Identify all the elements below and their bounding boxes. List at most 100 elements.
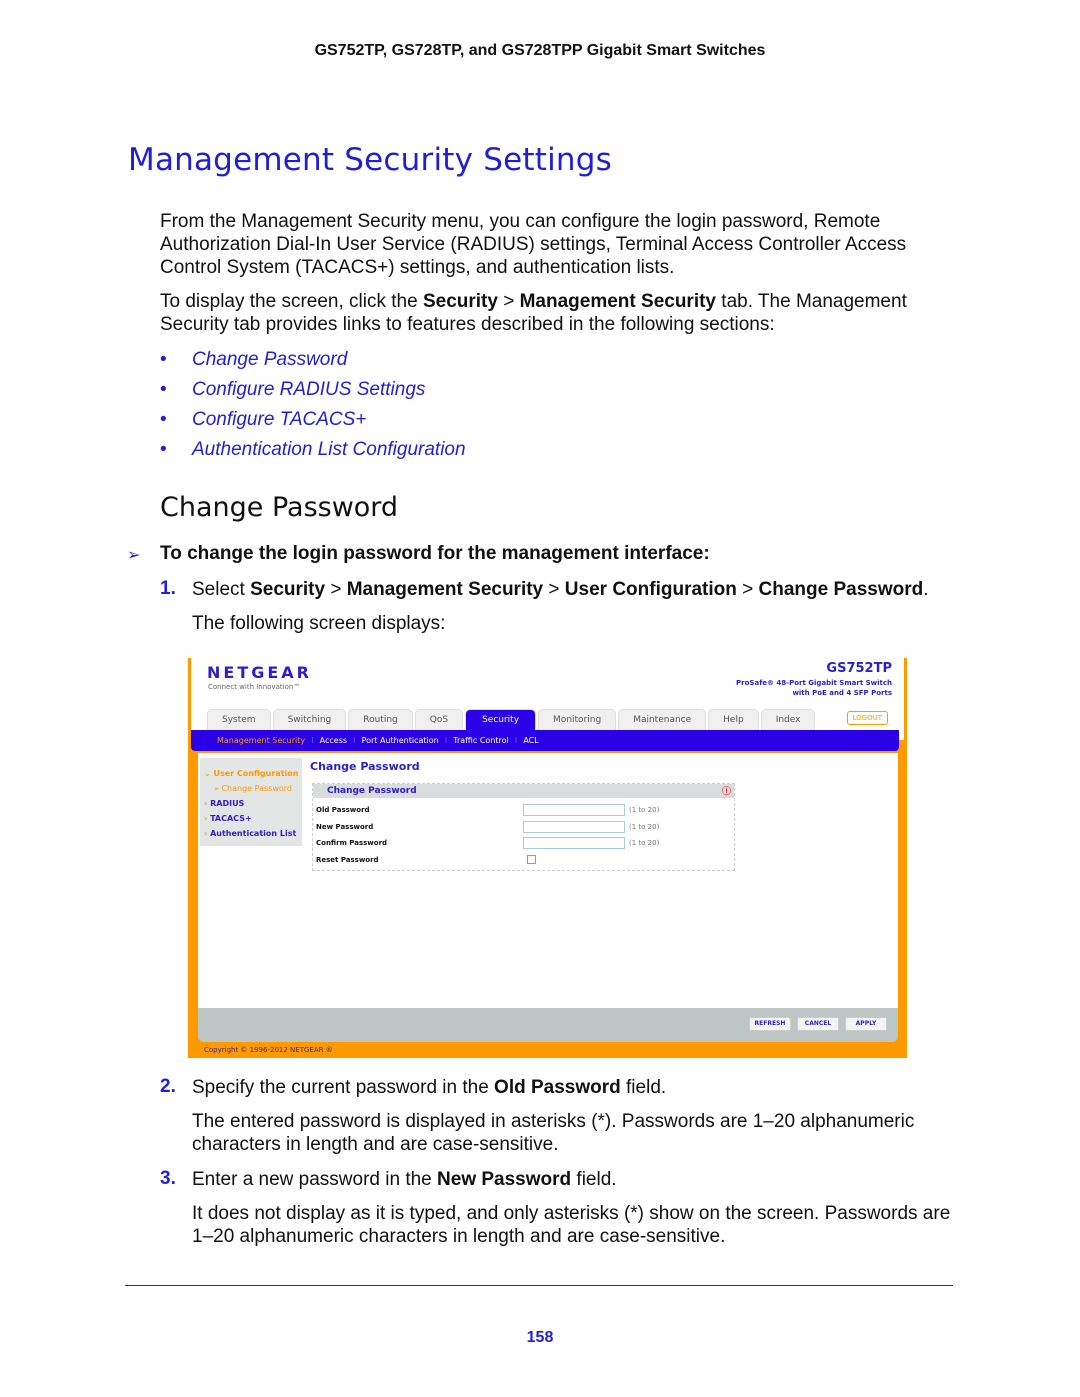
subtab-access[interactable]: Access xyxy=(320,736,347,745)
subtab-port-authentication[interactable]: Port Authentication xyxy=(362,736,439,745)
content-title: Change Password xyxy=(310,760,420,773)
old-password-input[interactable] xyxy=(523,804,625,816)
divider: ⁝ xyxy=(514,736,518,745)
text: New Password xyxy=(437,1169,572,1190)
section-heading: Change Password xyxy=(160,492,399,523)
reset-password-checkbox[interactable] xyxy=(527,855,536,864)
new-password-input[interactable] xyxy=(523,821,625,833)
new-password-label: New Password xyxy=(316,823,374,831)
step-note: It does not display as it is typed, and … xyxy=(192,1203,951,1247)
refresh-button[interactable]: REFRESH xyxy=(749,1017,791,1031)
tab-system[interactable]: System xyxy=(207,709,271,730)
tab-monitoring[interactable]: Monitoring xyxy=(538,709,617,730)
text: Old Password xyxy=(494,1077,621,1098)
copyright: Copyright © 1996-2012 NETGEAR ® xyxy=(204,1046,333,1054)
text: TACACS+ xyxy=(210,814,252,823)
text: . xyxy=(923,579,929,600)
link-radius[interactable]: Configure RADIUS Settings xyxy=(192,379,425,401)
app-header: NETGEAR Connect with Innovation™ GS752TP… xyxy=(191,658,904,740)
tagline: Connect with Innovation™ xyxy=(208,683,301,691)
bullet-icon: • xyxy=(160,379,167,400)
sidebar-item-user-configuration[interactable]: ⌄ User Configuration xyxy=(204,769,298,778)
step-number: 2. xyxy=(160,1076,176,1097)
sidebar-item-tacacs[interactable]: › TACACS+ xyxy=(204,814,252,823)
text: Enter a new password in the xyxy=(192,1169,438,1190)
link-tacacs[interactable]: Configure TACACS+ xyxy=(192,409,366,431)
document-page: GS752TP, GS728TP, and GS728TPP Gigabit S… xyxy=(0,0,1080,1397)
tab-qos[interactable]: QoS xyxy=(414,709,464,730)
footer-divider xyxy=(125,1285,953,1286)
panel-header: Change Password ⓘ xyxy=(313,784,734,798)
text: Change Password xyxy=(758,579,924,600)
text: RADIUS xyxy=(210,799,245,808)
text: ProSafe® 48-Port Gigabit Smart Switch xyxy=(736,679,892,687)
text: To display the screen, click the xyxy=(160,291,423,312)
text: > xyxy=(497,291,520,312)
text: > xyxy=(543,579,565,600)
button-bar: REFRESH CANCEL APPLY xyxy=(198,1008,898,1042)
content-area: ⌄ User Configuration » Change Password ›… xyxy=(198,753,898,1008)
old-password-label: Old Password xyxy=(316,806,370,814)
tab-routing[interactable]: Routing xyxy=(348,709,413,730)
main-tabs: System Switching Routing QoS Security Mo… xyxy=(207,709,817,730)
sidebar-item-authentication-list[interactable]: › Authentication List xyxy=(204,829,296,838)
text: with PoE and 4 SFP Ports xyxy=(792,689,892,697)
text: Change Password xyxy=(327,786,417,796)
subtab-traffic-control[interactable]: Traffic Control xyxy=(453,736,509,745)
model-description: ProSafe® 48-Port Gigabit Smart Switch wit… xyxy=(736,678,892,698)
link-auth-list[interactable]: Authentication List Configuration xyxy=(192,439,466,461)
text: Security xyxy=(250,579,326,600)
subtab-management-security[interactable]: Management Security xyxy=(217,736,305,745)
reset-password-label: Reset Password xyxy=(316,856,379,864)
text: field. xyxy=(620,1077,667,1098)
running-header: GS752TP, GS728TP, and GS728TPP Gigabit S… xyxy=(314,42,766,59)
text: Change Password xyxy=(221,784,292,793)
change-password-panel: Change Password ⓘ Old Password (1 to 20) … xyxy=(312,783,735,871)
embedded-screenshot: NETGEAR Connect with Innovation™ GS752TP… xyxy=(188,658,907,1058)
text: field. xyxy=(571,1169,617,1190)
step-text: Enter a new password in the New Password… xyxy=(192,1168,952,1191)
text: Specify the current password in the xyxy=(192,1077,495,1098)
cancel-button[interactable]: CANCEL xyxy=(797,1017,839,1031)
divider: ⁝ xyxy=(353,736,356,745)
text: > xyxy=(325,579,347,600)
page-number: 158 xyxy=(526,1329,554,1346)
bullet-icon: • xyxy=(160,349,167,370)
step-text: Select Security > Management Security > … xyxy=(192,578,952,601)
model-name: GS752TP xyxy=(826,661,892,676)
tab-security[interactable]: Security xyxy=(465,709,537,730)
text: Authentication List xyxy=(210,829,297,838)
display-paragraph: To display the screen, click the Securit… xyxy=(160,290,950,336)
step-number: 3. xyxy=(160,1168,176,1189)
text: User Configuration xyxy=(564,579,737,600)
text: Select xyxy=(192,579,251,600)
subtab-acl[interactable]: ACL xyxy=(523,736,538,745)
logout-button[interactable]: LOGOUT xyxy=(846,711,888,725)
sidebar-item-radius[interactable]: › RADIUS xyxy=(204,799,244,808)
text: Management Security xyxy=(519,291,717,312)
step-note: The following screen displays: xyxy=(192,613,446,634)
arrow-icon: ➢ xyxy=(127,547,141,564)
tab-index[interactable]: Index xyxy=(760,709,816,730)
tab-maintenance[interactable]: Maintenance xyxy=(618,709,707,730)
step-note: The entered password is displayed in ast… xyxy=(192,1111,915,1155)
text: User Configuration xyxy=(213,769,299,778)
confirm-password-label: Confirm Password xyxy=(316,839,388,847)
step-text: Specify the current password in the Old … xyxy=(192,1076,952,1099)
tab-help[interactable]: Help xyxy=(708,709,759,730)
help-icon[interactable]: ⓘ xyxy=(722,785,731,799)
tab-switching[interactable]: Switching xyxy=(272,709,347,730)
page-title: Management Security Settings xyxy=(128,142,612,178)
divider: ⁝ xyxy=(311,736,314,745)
confirm-password-input[interactable] xyxy=(523,837,625,849)
text: Management Security xyxy=(346,579,544,600)
link-change-password[interactable]: Change Password xyxy=(192,349,347,371)
netgear-logo: NETGEAR xyxy=(207,663,312,682)
range-hint: (1 to 20) xyxy=(629,839,660,847)
procedure-heading: To change the login password for the man… xyxy=(160,543,710,564)
sidebar-item-change-password[interactable]: » Change Password xyxy=(214,784,292,793)
sub-tabs: Management Security ⁝ Access ⁝ Port Authen… xyxy=(191,730,899,751)
text: > xyxy=(736,579,759,600)
apply-button[interactable]: APPLY xyxy=(845,1017,887,1031)
sidebar: ⌄ User Configuration » Change Password ›… xyxy=(200,758,302,846)
